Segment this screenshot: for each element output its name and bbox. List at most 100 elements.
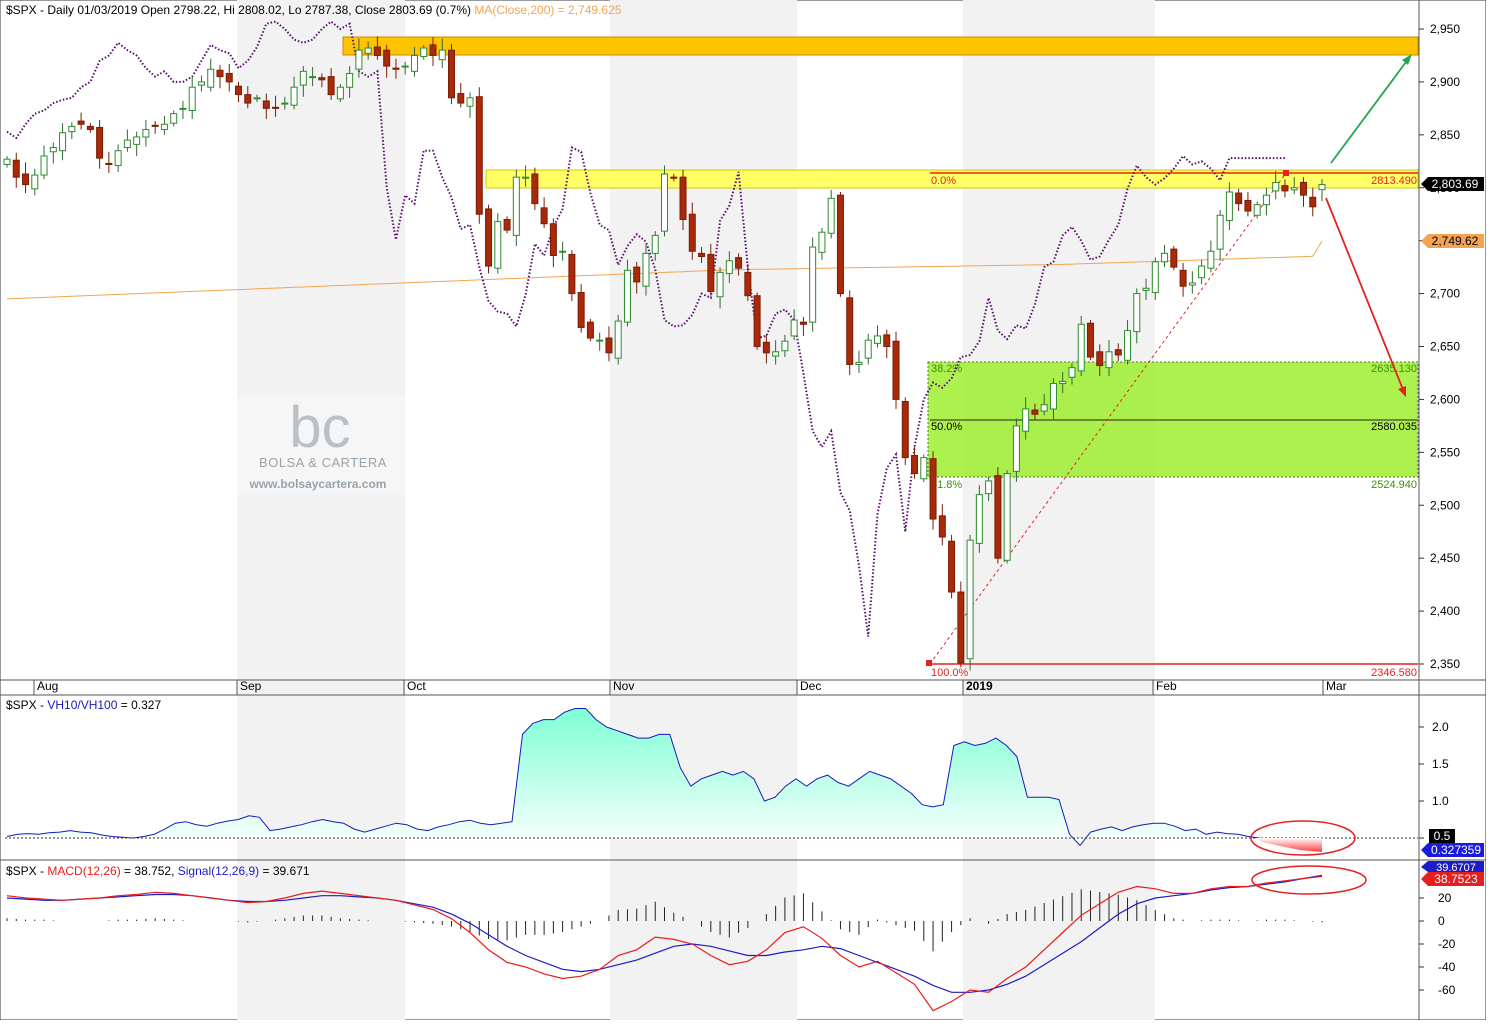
candle-body: [1188, 282, 1196, 286]
candle-body: [1244, 199, 1252, 212]
price-tick-label: 2,850: [1430, 128, 1460, 142]
candle-body: [559, 250, 567, 253]
chart-canvas[interactable]: bc BOLSA & CARTERA www.bolsaycartera.com…: [0, 0, 1487, 1021]
candle-body: [494, 221, 502, 269]
chart-window: bc BOLSA & CARTERA www.bolsaycartera.com…: [0, 0, 1487, 1021]
fib-label-100: 100.0%: [931, 667, 969, 679]
price-tick-label: 2,650: [1430, 340, 1460, 354]
candle-body: [929, 458, 937, 520]
candle-body: [1207, 250, 1215, 269]
candle-body: [864, 339, 872, 359]
candle-body: [1299, 181, 1307, 196]
month-band: [610, 0, 797, 1020]
candle-body: [401, 65, 409, 68]
candle-body: [836, 194, 844, 295]
candle-body: [235, 85, 243, 96]
x-tick-label: Mar: [1326, 679, 1347, 693]
candle-body: [59, 132, 67, 152]
ma-tag-value: 2,749.62: [1432, 234, 1479, 248]
candle-body: [244, 94, 252, 104]
candle-body: [614, 320, 622, 359]
price-tick-label: 2,500: [1430, 498, 1460, 512]
candle-body: [577, 292, 585, 328]
candle-body: [1012, 425, 1020, 472]
macd-panel-title: $SPX - MACD(12,26) = 38.752, Signal(12,2…: [6, 864, 310, 878]
candle-body: [985, 480, 993, 495]
fib-label-0: 0.0%: [931, 175, 956, 187]
candle-body: [151, 124, 159, 127]
x-tick-label: Nov: [613, 679, 634, 693]
candle-body: [892, 340, 900, 400]
candle-body: [485, 208, 493, 267]
candle-body: [1309, 196, 1317, 208]
candle-body: [160, 123, 168, 131]
candle-body: [1040, 404, 1048, 412]
fib-value-100: 2346.580: [1371, 667, 1417, 679]
candle-body: [1124, 330, 1132, 361]
candle-body: [96, 126, 104, 159]
candle-body: [12, 159, 20, 178]
candle-body: [31, 174, 39, 190]
candle-body: [438, 49, 446, 61]
candle-body: [1161, 252, 1169, 263]
candle-body: [633, 266, 641, 283]
candle-body: [290, 86, 298, 106]
candle-body: [818, 231, 826, 253]
candle-body: [522, 176, 530, 179]
macd-tick-label: -60: [1438, 983, 1456, 997]
price-tick-label: 2,550: [1430, 445, 1460, 459]
candle-body: [1133, 293, 1141, 333]
watermark-name: BOLSA & CARTERA: [259, 455, 387, 470]
price-tick-label: 2,600: [1430, 392, 1460, 406]
candle-body: [568, 253, 576, 295]
candle-body: [596, 339, 604, 342]
candle-body: [457, 93, 465, 104]
candle-body: [299, 70, 307, 86]
candle-body: [1198, 265, 1206, 279]
candle-body: [420, 47, 428, 58]
candle-body: [170, 113, 178, 124]
candle-body: [975, 494, 983, 544]
resistance-zone-top[interactable]: [342, 36, 1419, 56]
candle-body: [40, 155, 48, 176]
ma-tag: 2,749.62: [1421, 234, 1484, 248]
candle-body: [1003, 473, 1011, 561]
candle-body: [948, 540, 956, 593]
candle-body: [503, 219, 511, 231]
candle-body: [1179, 269, 1187, 287]
candle-body: [846, 297, 854, 365]
candle-body: [1290, 187, 1298, 191]
candle-body: [586, 321, 594, 339]
candle-body: [1031, 409, 1039, 415]
candle-body: [1077, 323, 1085, 372]
candle-body: [670, 176, 678, 179]
candle-body: [197, 81, 205, 86]
macd-tick-label: -40: [1438, 960, 1456, 974]
candle-body: [1216, 214, 1224, 250]
x-tick-label: Sep: [240, 679, 262, 693]
candle-body: [1281, 185, 1289, 192]
candle-body: [790, 319, 798, 337]
candle-body: [938, 515, 946, 538]
candle-body: [188, 86, 196, 111]
candle-body: [688, 213, 696, 252]
x-tick-label: Feb: [1156, 679, 1177, 693]
candle-body: [661, 173, 668, 232]
candle-body: [272, 106, 280, 109]
x-tick-label: Aug: [37, 679, 58, 693]
candle-body: [1022, 408, 1030, 432]
vh-tick-label: 1.5: [1432, 757, 1449, 771]
candle-body: [540, 207, 548, 225]
candle-body: [392, 67, 400, 70]
candle-body: [309, 76, 317, 79]
candle-body: [827, 197, 835, 234]
candle-body: [225, 72, 233, 83]
vh-panel-title: $SPX - VH10/VH100 = 0.327: [6, 698, 161, 712]
candle-body: [1170, 248, 1178, 268]
candle-body: [1059, 380, 1067, 385]
candle-body: [429, 44, 437, 56]
x-tick-label: 2019: [966, 679, 993, 693]
candle-body: [651, 234, 659, 254]
candle-body: [105, 162, 113, 165]
last-close-tag: 2,803.69: [1421, 177, 1484, 191]
